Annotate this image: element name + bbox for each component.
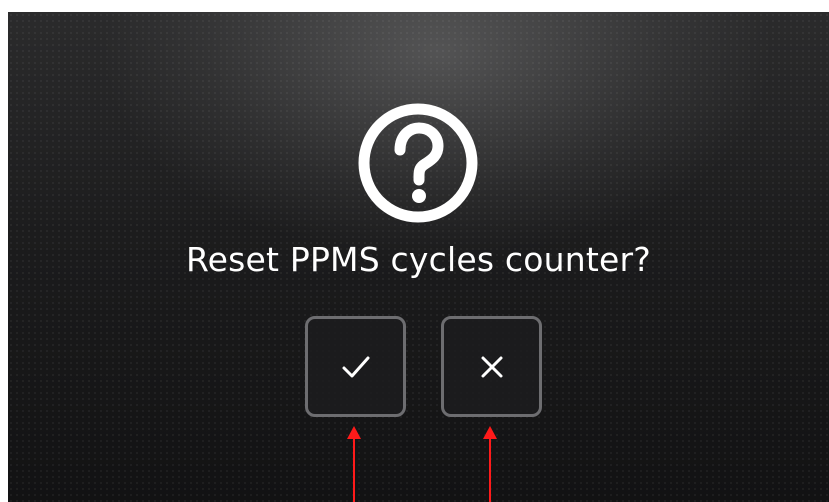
confirm-button[interactable] [305, 316, 406, 417]
dialog-title: Reset PPMS cycles counter? [185, 240, 652, 279]
cancel-button[interactable] [441, 316, 542, 417]
dialog-screen: Reset PPMS cycles counter? [8, 12, 829, 502]
arrow-to-confirm [347, 426, 361, 502]
arrow-shaft [489, 438, 491, 502]
checkmark-icon [342, 356, 369, 377]
arrow-shaft [353, 438, 355, 502]
question-circle-icon [358, 103, 478, 223]
arrow-to-cancel [483, 426, 497, 502]
close-icon [481, 356, 502, 377]
